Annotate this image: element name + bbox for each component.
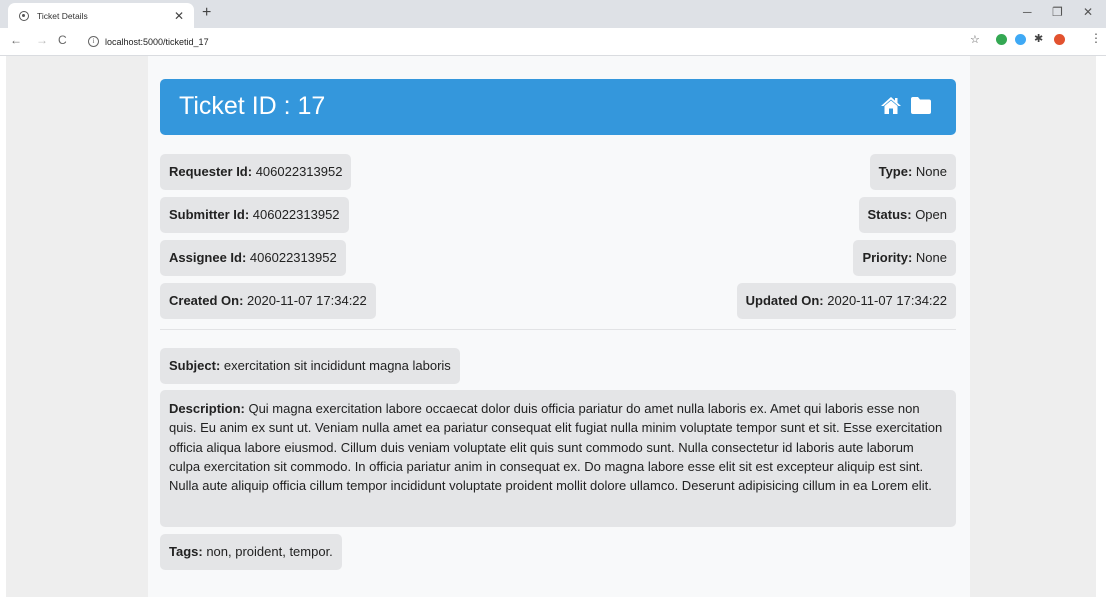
status-label: Status: [867, 207, 916, 222]
created-on-label: Created On: [169, 293, 248, 308]
priority-field: Priority: None [853, 240, 956, 276]
ticket-container: Ticket ID : 17 Requester Id: 40602231395… [148, 56, 970, 597]
page-title: Ticket ID : 17 [179, 92, 326, 120]
description-value: Qui magna exercitation labore occaecat d… [169, 401, 943, 494]
extension-green-icon[interactable] [996, 34, 1007, 45]
status-field: Status: Open [858, 197, 956, 233]
restore-icon[interactable]: ❐ [1052, 5, 1063, 19]
submitter-id-label: Submitter Id: [169, 207, 253, 222]
page-viewport: Ticket ID : 17 Requester Id: 40602231395… [6, 56, 1096, 597]
assignee-id-field: Assignee Id: 406022313952 [160, 240, 346, 276]
updated-on-value: 2020-11-07 17:34:22 [827, 293, 947, 308]
tab-title: Ticket Details [37, 10, 88, 21]
url-text[interactable]: localhost:5000/ticketid_17 [105, 37, 209, 47]
browser-tabstrip: Ticket Details ✕ + ─ ❐ ✕ [0, 0, 1106, 28]
folder-icon[interactable] [910, 96, 932, 115]
subject-field: Subject: exercitation sit incididunt mag… [160, 348, 460, 384]
menu-dots-icon[interactable]: ⋮ [1090, 31, 1102, 45]
browser-tab[interactable]: Ticket Details ✕ [8, 3, 194, 28]
tags-value: non, proident, tempor. [206, 544, 333, 559]
assignee-id-label: Assignee Id: [169, 250, 250, 265]
subject-label: Subject: [169, 358, 224, 373]
info-icon[interactable]: i [88, 36, 99, 47]
tags-label: Tags: [169, 544, 207, 559]
status-value: Open [915, 207, 947, 222]
type-value: None [915, 164, 947, 179]
extension-blue-icon[interactable] [1015, 34, 1026, 45]
requester-id-label: Requester Id: [169, 164, 256, 179]
extension-red-icon[interactable] [1054, 34, 1065, 45]
tags-field: Tags: non, proident, tempor. [160, 534, 342, 570]
submitter-id-field: Submitter Id: 406022313952 [160, 197, 349, 233]
minimize-icon[interactable]: ─ [1023, 5, 1032, 19]
type-label: Type: [878, 164, 916, 179]
back-icon[interactable]: ← [10, 33, 22, 47]
created-on-field: Created On: 2020-11-07 17:34:22 [160, 283, 376, 319]
requester-id-field: Requester Id: 406022313952 [160, 154, 352, 190]
new-tab-icon[interactable]: + [202, 4, 211, 22]
tab-close-icon[interactable]: ✕ [174, 9, 184, 23]
type-field: Type: None [869, 154, 956, 190]
reload-icon[interactable]: C [58, 33, 67, 47]
description-field: Description: Qui magna exercitation labo… [160, 390, 956, 527]
priority-value: None [915, 250, 947, 265]
description-label: Description: [169, 401, 249, 416]
updated-on-label: Updated On: [745, 293, 828, 308]
updated-on-field: Updated On: 2020-11-07 17:34:22 [736, 283, 956, 319]
home-icon[interactable] [880, 96, 902, 115]
subject-value: exercitation sit incididunt magna labori… [223, 358, 451, 373]
close-window-icon[interactable]: ✕ [1083, 5, 1093, 19]
ticket-header: Ticket ID : 17 [160, 79, 956, 135]
forward-icon[interactable]: → [36, 33, 48, 47]
browser-toolbar: ← → C i localhost:5000/ticketid_17 ☆ ✱ ⋮ [0, 28, 1106, 56]
assignee-id-value: 406022313952 [249, 250, 337, 265]
created-on-value: 2020-11-07 17:34:22 [247, 293, 367, 308]
submitter-id-value: 406022313952 [252, 207, 340, 222]
header-icons [880, 96, 932, 115]
extensions-puzzle-icon[interactable]: ✱ [1034, 32, 1043, 45]
globe-icon [19, 10, 29, 21]
requester-id-value: 406022313952 [255, 164, 343, 179]
priority-label: Priority: [862, 250, 916, 265]
divider [160, 329, 956, 330]
address-bar[interactable]: i localhost:5000/ticketid_17 [80, 32, 960, 51]
bookmark-star-icon[interactable]: ☆ [970, 33, 980, 46]
